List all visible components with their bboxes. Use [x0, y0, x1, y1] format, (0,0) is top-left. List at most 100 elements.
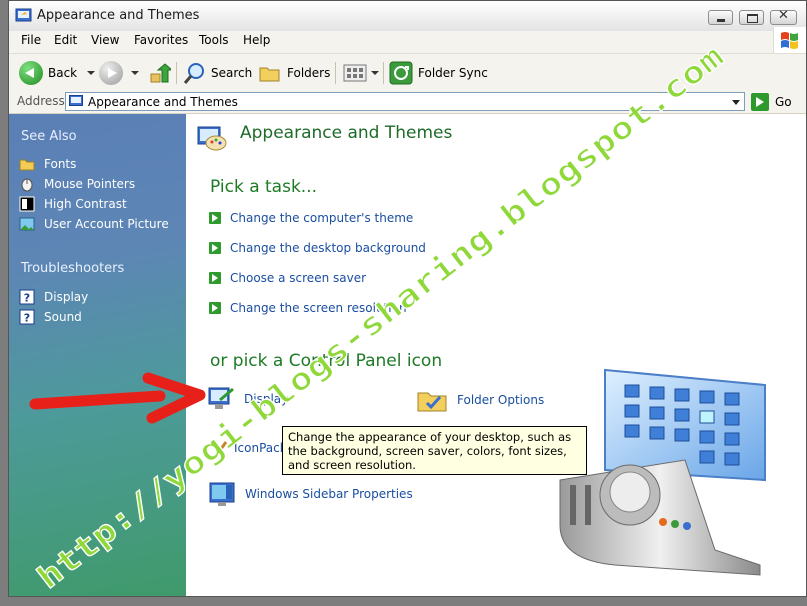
views-button[interactable] — [343, 60, 379, 86]
back-button[interactable]: Back — [19, 60, 96, 86]
menu-view[interactable]: View — [91, 33, 119, 47]
address-input[interactable]: Appearance and Themes — [65, 92, 745, 111]
sync-icon — [389, 61, 413, 85]
windows-logo-icon — [773, 27, 806, 55]
cp-item-display[interactable]: Display — [206, 384, 288, 414]
sidebar-item-label: High Contrast — [44, 197, 127, 211]
close-button[interactable]: ✕ — [770, 8, 797, 25]
task-arrow-icon — [209, 272, 221, 284]
help-icon: ? — [19, 289, 35, 305]
menu-bar: File Edit View Favorites Tools Help — [9, 31, 806, 51]
control-panel-icon — [15, 8, 32, 22]
forward-arrow-icon — [99, 61, 123, 85]
toolbar-separator — [335, 62, 336, 84]
sidebar-item-mouse-pointers[interactable]: Mouse Pointers — [19, 175, 135, 193]
chevron-down-icon[interactable] — [727, 93, 744, 110]
address-bar: Address Appearance and Themes Go — [9, 91, 806, 114]
up-folder-button[interactable] — [149, 60, 171, 86]
sidebar-item-label: Fonts — [44, 157, 77, 171]
task-arrow-icon — [209, 212, 221, 224]
views-icon — [343, 64, 367, 82]
go-arrow-icon — [751, 92, 769, 111]
task-label: Change the screen resolution — [230, 301, 407, 315]
task-arrow-icon — [209, 242, 221, 254]
cp-item-label: Folder Options — [457, 393, 545, 407]
folder-options-icon — [417, 392, 447, 412]
up-folder-icon — [150, 63, 171, 83]
go-label: Go — [775, 94, 792, 109]
menu-edit[interactable]: Edit — [54, 33, 77, 47]
chevron-down-icon[interactable] — [87, 71, 96, 75]
appearance-themes-icon — [197, 126, 227, 151]
address-value: Appearance and Themes — [88, 95, 238, 109]
sidebar-item-user-account-picture[interactable]: User Account Picture — [19, 215, 169, 233]
maximize-button[interactable] — [739, 10, 764, 25]
toolbar: Back Search Folders Folder Sync — [9, 53, 806, 93]
picture-icon — [19, 217, 35, 231]
troubleshooters-heading: Troubleshooters — [21, 261, 125, 276]
folders-button[interactable]: Folders — [259, 60, 330, 86]
folders-icon — [259, 67, 280, 82]
go-button[interactable]: Go — [751, 92, 792, 111]
search-button[interactable]: Search — [183, 60, 252, 86]
pick-task-heading: Pick a task... — [210, 177, 318, 197]
task-link-theme[interactable]: Change the computer's theme — [209, 209, 413, 227]
back-label: Back — [48, 66, 78, 80]
cp-item-folder-options[interactable]: Folder Options — [416, 386, 544, 414]
folder-icon — [19, 159, 35, 171]
sidebar-item-label: User Account Picture — [44, 217, 169, 231]
control-panel-icon — [69, 95, 83, 106]
folders-label: Folders — [287, 66, 331, 80]
address-label: Address — [17, 94, 65, 108]
window-title: Appearance and Themes — [37, 8, 200, 23]
folder-sync-button[interactable]: Folder Sync — [389, 60, 488, 86]
minimize-button[interactable] — [708, 10, 733, 25]
task-link-screensaver[interactable]: Choose a screen saver — [209, 269, 366, 287]
sidebar-item-label: Mouse Pointers — [44, 177, 136, 191]
forward-button[interactable] — [99, 60, 139, 86]
menu-tools[interactable]: Tools — [199, 33, 229, 47]
help-icon: ? — [19, 309, 35, 325]
page-title: Appearance and Themes — [240, 123, 453, 143]
task-label: Change the computer's theme — [230, 211, 414, 225]
title-bar[interactable]: Appearance and Themes ✕ — [9, 1, 806, 32]
mouse-icon — [21, 178, 33, 192]
see-also-heading: See Also — [21, 129, 77, 144]
iconpackager-icon — [214, 441, 228, 457]
sidebar-item-sound[interactable]: ? Sound — [19, 308, 82, 326]
control-panel-illustration — [559, 368, 766, 576]
sidebar-item-label: Sound — [44, 310, 82, 324]
close-icon: ✕ — [778, 8, 789, 23]
task-link-background[interactable]: Change the desktop background — [209, 239, 426, 257]
search-icon — [183, 63, 204, 84]
contrast-icon — [19, 196, 35, 212]
toolbar-separator — [383, 62, 384, 84]
sidebar-item-high-contrast[interactable]: High Contrast — [19, 195, 127, 213]
sidebar: See Also Fonts Mouse Pointers High Contr… — [9, 114, 186, 596]
pick-icon-heading: or pick a Control Panel icon — [210, 351, 443, 371]
chevron-down-icon[interactable] — [371, 71, 379, 75]
cp-item-label: Windows Sidebar Properties — [245, 487, 413, 501]
cp-item-label: Display — [244, 392, 289, 406]
task-label: Change the desktop background — [230, 241, 426, 255]
sidebar-item-display[interactable]: ? Display — [19, 288, 88, 306]
menu-favorites[interactable]: Favorites — [134, 33, 188, 47]
sidebar-icon — [209, 482, 235, 506]
tooltip: Change the appearance of your desktop, s… — [282, 426, 587, 475]
search-label: Search — [211, 66, 253, 80]
sidebar-item-label: Display — [44, 290, 89, 304]
svg-text:?: ? — [24, 312, 30, 325]
task-arrow-icon — [209, 302, 221, 314]
back-arrow-icon — [19, 61, 43, 85]
task-label: Choose a screen saver — [230, 271, 367, 285]
cp-item-windows-sidebar[interactable]: Windows Sidebar Properties — [208, 480, 413, 508]
folder-sync-label: Folder Sync — [418, 66, 488, 80]
menu-file[interactable]: File — [21, 33, 41, 47]
display-icon — [208, 387, 234, 409]
chevron-down-icon[interactable] — [131, 71, 139, 75]
task-link-resolution[interactable]: Change the screen resolution — [209, 299, 407, 317]
svg-text:?: ? — [24, 292, 30, 305]
menu-help[interactable]: Help — [243, 33, 270, 47]
sidebar-item-fonts[interactable]: Fonts — [19, 155, 76, 173]
toolbar-separator — [176, 62, 177, 84]
